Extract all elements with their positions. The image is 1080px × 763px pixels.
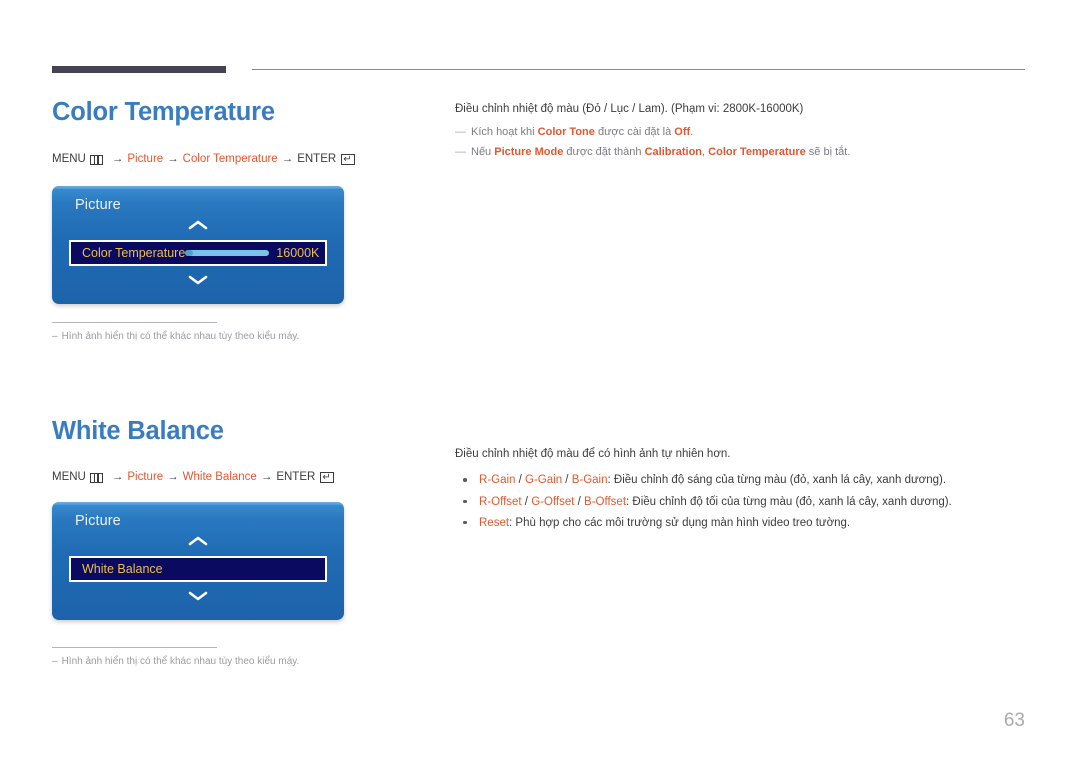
chevron-down-icon[interactable] xyxy=(187,274,209,286)
note-text-1: Kích hoạt khi Color Tone được cài đặt là… xyxy=(471,126,694,139)
bullet-desc-3: : Phù hợp cho các môi trường sử dụng màn… xyxy=(509,516,851,529)
footnote-text-2: Hình ảnh hiển thị có thể khác nhau tùy t… xyxy=(61,656,300,667)
description-note-1: — Kích hoạt khi Color Tone được cài đặt … xyxy=(455,123,1035,141)
osd-title-2: Picture xyxy=(75,513,121,529)
list-item: Reset: Phù hợp cho các môi trường sử dụn… xyxy=(455,513,1035,534)
footnote-dash-2: – xyxy=(52,656,58,667)
chevron-up-icon[interactable] xyxy=(187,219,209,231)
menu-path-white-balance: MENU → Picture → White Balance → ENTER ↵ xyxy=(52,471,442,484)
bullet-dot-icon xyxy=(463,499,467,504)
menu-path-item-picture[interactable]: Picture xyxy=(127,153,163,166)
menu-path-arrow-1: → xyxy=(111,153,124,165)
page-number: 63 xyxy=(1003,710,1025,731)
enter-return-icon: ↵ xyxy=(320,472,335,484)
menu-path-arrow-3: → xyxy=(281,153,294,165)
osd-row-label: Color Temperature xyxy=(82,245,186,260)
header-rule-thin xyxy=(252,69,1025,70)
menu-path-enter-label-2: ENTER xyxy=(276,471,316,483)
note-dash-2: — xyxy=(455,146,466,159)
osd-title: Picture xyxy=(75,197,121,213)
osd-row-label-2: White Balance xyxy=(82,561,163,576)
menu-grid-icon xyxy=(89,154,103,165)
description-lead-2: Điều chỉnh nhiệt độ màu để có hình ảnh t… xyxy=(455,448,731,460)
menu-path-arrow-2: → xyxy=(167,153,179,165)
footnote-white-balance: – Hình ảnh hiển thị có thể khác nhau tùy … xyxy=(52,647,442,667)
section-color-temperature-left: Color Temperature xyxy=(52,98,442,126)
menu-path-enter-label: ENTER xyxy=(297,153,337,165)
bullet-desc-1: : Điều chỉnh độ sáng của từng màu (đỏ, x… xyxy=(607,474,947,487)
enter-return-icon: ↵ xyxy=(341,154,356,166)
description-white-balance: Điều chỉnh nhiệt độ màu để có hình ảnh t… xyxy=(455,446,1035,534)
description-color-temperature: Điều chỉnh nhiệt độ màu (Đỏ / Lục / Lam)… xyxy=(455,101,1035,162)
note-dash-1: — xyxy=(455,126,466,139)
header-rule-thick xyxy=(52,66,226,73)
osd-panel-white-balance[interactable]: Picture White Balance xyxy=(52,502,442,620)
bullet-keys-1: R-Gain / G-Gain / B-Gain xyxy=(479,474,608,487)
footnote-color-temperature: – Hình ảnh hiển thị có thể khác nhau tùy … xyxy=(52,322,442,342)
chevron-up-icon[interactable] xyxy=(187,535,209,547)
osd-panel-color-temperature[interactable]: Picture Color Temperature 16000K xyxy=(52,186,442,304)
chevron-down-icon[interactable] xyxy=(187,590,209,602)
menu-path-item-picture-2[interactable]: Picture xyxy=(127,471,163,484)
bullet-desc-2: : Điều chỉnh độ tối của từng màu (đỏ, xa… xyxy=(626,495,952,508)
menu-path-arrow-5: → xyxy=(167,471,179,483)
note-text-2: Nếu Picture Mode được đặt thành Calibrat… xyxy=(471,146,851,159)
menu-path-item-white-balance[interactable]: White Balance xyxy=(183,471,257,484)
menu-path-item-color-temperature[interactable]: Color Temperature xyxy=(183,153,278,166)
bullet-keys-2: R-Offset / G-Offset / B-Offset xyxy=(479,495,627,508)
section-white-balance-left: White Balance xyxy=(52,417,442,445)
osd-value-slider[interactable] xyxy=(185,250,270,256)
bullet-dot-icon xyxy=(463,520,467,525)
page-title-white-balance: White Balance xyxy=(52,417,224,445)
list-item: R-Offset / G-Offset / B-Offset: Điều chỉ… xyxy=(455,492,1035,513)
osd-row-value: 16000K xyxy=(276,245,320,260)
osd-row-white-balance[interactable]: White Balance xyxy=(69,556,327,582)
menu-path-menu-label-2: MENU xyxy=(52,471,86,483)
menu-path-color-temperature: MENU → Picture → Color Temperature → ENT… xyxy=(52,153,442,166)
footnote-rule xyxy=(52,322,217,323)
footnote-dash: – xyxy=(52,331,58,342)
footnote-text: Hình ảnh hiển thị có thể khác nhau tùy t… xyxy=(61,331,300,342)
bullet-keys-3: Reset xyxy=(479,516,510,529)
menu-grid-icon xyxy=(89,472,103,483)
menu-path-menu-label: MENU xyxy=(52,153,86,165)
menu-path-arrow-4: → xyxy=(111,471,124,483)
page-title-color-temperature: Color Temperature xyxy=(52,98,275,126)
bullet-dot-icon xyxy=(463,478,467,482)
description-note-2: — Nếu Picture Mode được đặt thành Calibr… xyxy=(455,143,1035,161)
description-lead: Điều chỉnh nhiệt độ màu (Đỏ / Lục / Lam)… xyxy=(455,103,804,115)
list-item: R-Gain / G-Gain / B-Gain: Điều chỉnh độ … xyxy=(455,470,1035,491)
menu-path-arrow-6: → xyxy=(260,471,273,483)
osd-row-color-temperature[interactable]: Color Temperature 16000K xyxy=(69,240,327,266)
footnote-rule-2 xyxy=(52,647,217,648)
